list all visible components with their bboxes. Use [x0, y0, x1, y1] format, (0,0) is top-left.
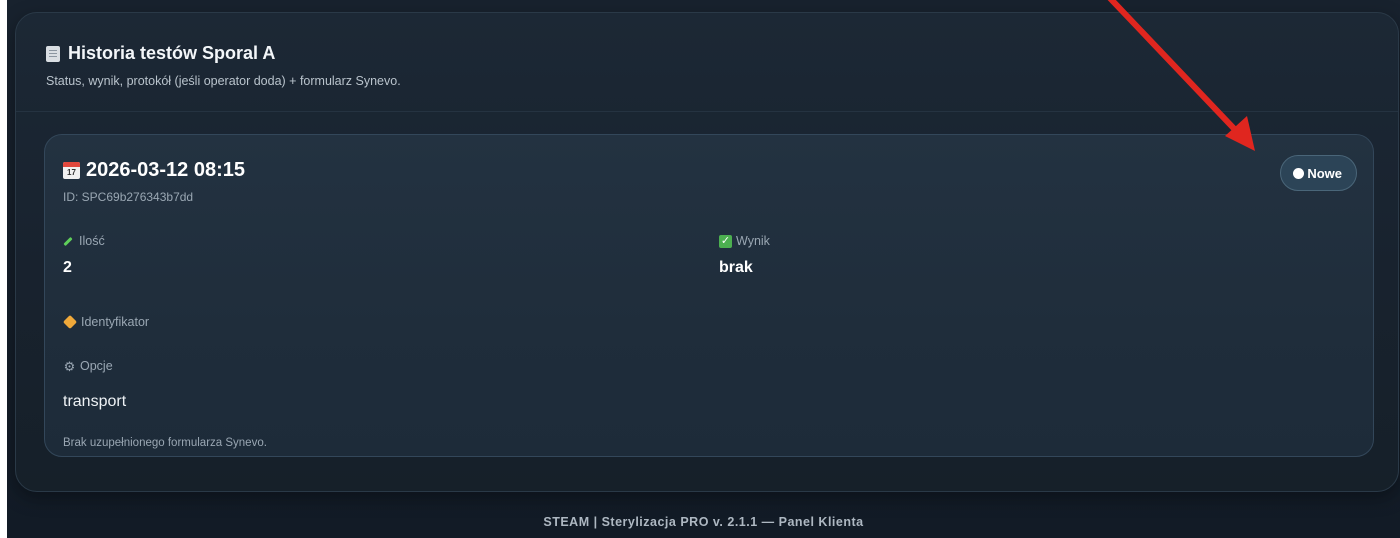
calendar-icon: [63, 162, 80, 179]
app-screen: Historia testów Sporal A Status, wynik, …: [0, 0, 1400, 538]
result-label: ✓ Wynik: [719, 234, 770, 248]
checkbox-icon: ✓: [719, 234, 732, 248]
gear-icon: ⚙: [63, 358, 76, 374]
test-history-panel: Historia testów Sporal A Status, wynik, …: [15, 12, 1399, 492]
options-label: ⚙ Opcje: [63, 359, 113, 373]
identifier-label: Identyfikator: [62, 314, 150, 330]
status-badge-label: Nowe: [1307, 165, 1342, 181]
test-record-card: 2026-03-12 08:15 ID: SPC69b276343b7dd No…: [44, 134, 1374, 457]
options-label-text: Opcje: [80, 359, 113, 373]
status-badge[interactable]: Nowe: [1280, 155, 1357, 191]
status-dot-icon: [1293, 167, 1305, 179]
page-subtitle: Status, wynik, protokół (jeśli operator …: [46, 74, 401, 88]
panel-header: Historia testów Sporal A Status, wynik, …: [16, 13, 1398, 112]
test-date: 2026-03-12 08:15: [63, 159, 245, 182]
options-value: transport: [63, 393, 127, 410]
result-label-text: Wynik: [736, 234, 770, 248]
footer-text: STEAM | Sterylizacja PRO v. 2.1.1 — Pane…: [543, 515, 864, 529]
synevo-form-note: Brak uzupełnionego formularza Synevo.: [63, 437, 267, 449]
tag-icon: [62, 314, 78, 330]
page-title-text: Historia testów Sporal A: [68, 43, 276, 63]
quantity-label-text: Ilość: [79, 234, 105, 248]
quantity-value: 2: [63, 259, 72, 276]
result-value: brak: [719, 259, 753, 276]
test-id: ID: SPC69b276343b7dd: [63, 190, 194, 204]
page-title: Historia testów Sporal A: [46, 43, 275, 64]
document-icon: [46, 45, 60, 62]
test-date-text: 2026-03-12 08:15: [86, 159, 246, 181]
pencil-icon: [63, 236, 73, 246]
quantity-label: Ilość: [63, 234, 105, 248]
identifier-label-text: Identyfikator: [81, 315, 150, 329]
